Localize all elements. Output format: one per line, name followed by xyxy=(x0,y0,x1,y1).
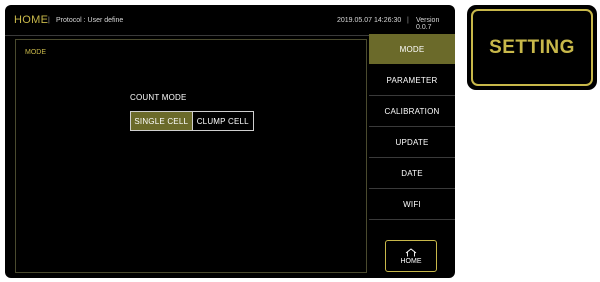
top-bar: HOME | Protocol : User define 2019.05.07… xyxy=(5,5,455,36)
count-mode-toggle: SINGLE CELL CLUMP CELL xyxy=(130,111,254,131)
status-separator: | xyxy=(407,17,409,24)
device-screen: HOME | Protocol : User define 2019.05.07… xyxy=(5,5,455,278)
home-button-label: HOME xyxy=(400,257,422,265)
section-label: MODE xyxy=(25,49,46,56)
version-text: Version 0.0.7 xyxy=(416,17,440,31)
settings-menu: MODE PARAMETER CALIBRATION UPDATE DATE W… xyxy=(369,34,455,278)
menu-item-mode[interactable]: MODE xyxy=(369,34,455,64)
home-icon xyxy=(405,247,417,256)
menu-item-parameter[interactable]: PARAMETER xyxy=(369,65,455,96)
setting-card[interactable]: SETTING xyxy=(467,5,597,90)
title-separator: | xyxy=(48,17,50,24)
menu-item-calibration[interactable]: CALIBRATION xyxy=(369,96,455,127)
protocol-text: Protocol : User define xyxy=(56,17,124,24)
home-title[interactable]: HOME xyxy=(14,14,48,26)
count-mode-label: COUNT MODE xyxy=(130,93,187,102)
setting-card-label: SETTING xyxy=(489,36,575,58)
home-button[interactable]: HOME xyxy=(385,240,437,272)
menu-item-date[interactable]: DATE xyxy=(369,158,455,189)
single-cell-option[interactable]: SINGLE CELL xyxy=(131,112,192,130)
menu-item-update[interactable]: UPDATE xyxy=(369,127,455,158)
clump-cell-option[interactable]: CLUMP CELL xyxy=(193,112,254,130)
menu-item-wifi[interactable]: WIFI xyxy=(369,189,455,220)
content-panel: MODE COUNT MODE SINGLE CELL CLUMP CELL xyxy=(15,39,367,273)
datetime-text: 2019.05.07 14:26:30 xyxy=(337,17,402,24)
setting-card-border: SETTING xyxy=(471,9,593,86)
